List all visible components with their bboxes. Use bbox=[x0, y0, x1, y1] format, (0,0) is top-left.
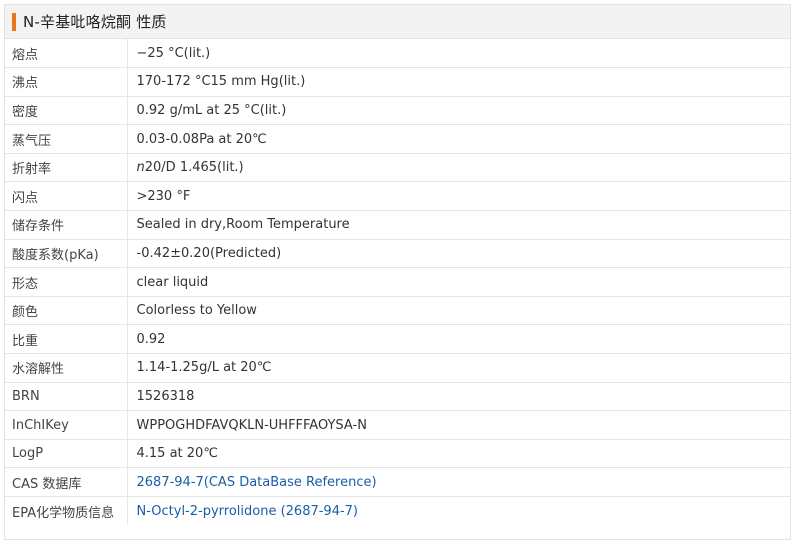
properties-panel: N-辛基吡咯烷酮 性质 熔点 −25 °C(lit.) 沸点 170-172 °… bbox=[4, 4, 791, 540]
table-row: 密度 0.92 g/mL at 25 °C(lit.) bbox=[5, 96, 790, 126]
property-value: N-Octyl-2-pyrrolidone (2687-94-7) bbox=[127, 497, 790, 526]
property-label: 水溶解性 bbox=[5, 353, 128, 383]
property-label: 密度 bbox=[5, 96, 128, 126]
table-row: EPA化学物质信息 N-Octyl-2-pyrrolidone (2687-94… bbox=[5, 496, 790, 526]
property-value: >230 °F bbox=[127, 181, 790, 212]
property-label: 储存条件 bbox=[5, 210, 128, 240]
property-label: 闪点 bbox=[5, 181, 128, 212]
property-label: CAS 数据库 bbox=[5, 467, 128, 497]
property-label: 熔点 bbox=[5, 39, 128, 69]
property-label: 酸度系数(pKa) bbox=[5, 239, 128, 269]
table-row: 酸度系数(pKa) -0.42±0.20(Predicted) bbox=[5, 239, 790, 269]
table-row: 储存条件 Sealed in dry,Room Temperature bbox=[5, 210, 790, 240]
property-value: WPPOGHDFAVQKLN-UHFFFAOYSA-N bbox=[127, 410, 790, 440]
property-value: 0.03-0.08Pa at 20℃ bbox=[127, 124, 790, 154]
property-label: 折射率 bbox=[5, 153, 128, 183]
property-value: -0.42±0.20(Predicted) bbox=[127, 239, 790, 269]
refractive-index-prefix: n bbox=[136, 160, 145, 176]
property-label: 颜色 bbox=[5, 296, 128, 326]
panel-title: N-辛基吡咯烷酮 性质 bbox=[23, 13, 167, 31]
property-value: Colorless to Yellow bbox=[127, 296, 790, 326]
property-label: BRN bbox=[5, 382, 128, 412]
property-value: Sealed in dry,Room Temperature bbox=[127, 210, 790, 240]
property-value: 1.14-1.25g/L at 20℃ bbox=[127, 353, 790, 383]
property-label: 蒸气压 bbox=[5, 124, 128, 154]
refractive-index-value: 20/D 1.465(lit.) bbox=[144, 160, 244, 176]
property-value: 2687-94-7(CAS DataBase Reference) bbox=[127, 467, 790, 497]
property-value: clear liquid bbox=[127, 267, 790, 297]
table-row: BRN 1526318 bbox=[5, 382, 790, 412]
table-row: 沸点 170-172 °C15 mm Hg(lit.) bbox=[5, 67, 790, 97]
table-row: 颜色 Colorless to Yellow bbox=[5, 296, 790, 326]
property-label: EPA化学物质信息 bbox=[5, 496, 128, 526]
table-row: 折射率 n20/D 1.465(lit.) bbox=[5, 153, 790, 183]
table-row: 闪点 >230 °F bbox=[5, 181, 790, 212]
property-label: LogP bbox=[5, 439, 128, 469]
header-accent-bar bbox=[12, 12, 16, 31]
property-label: 形态 bbox=[5, 267, 128, 297]
table-row: 熔点 −25 °C(lit.) bbox=[5, 39, 790, 69]
table-row: 形态 clear liquid bbox=[5, 267, 790, 297]
cas-database-link[interactable]: 2687-94-7(CAS DataBase Reference) bbox=[137, 475, 377, 490]
table-row: 水溶解性 1.14-1.25g/L at 20℃ bbox=[5, 353, 790, 383]
property-value: 0.92 bbox=[127, 324, 790, 355]
table-row: InChIKey WPPOGHDFAVQKLN-UHFFFAOYSA-N bbox=[5, 410, 790, 440]
property-value: 4.15 at 20℃ bbox=[127, 439, 790, 469]
property-value: 1526318 bbox=[127, 382, 790, 412]
panel-header: N-辛基吡咯烷酮 性质 bbox=[5, 5, 790, 39]
property-value: n20/D 1.465(lit.) bbox=[127, 153, 790, 183]
property-value: 170-172 °C15 mm Hg(lit.) bbox=[127, 67, 790, 97]
table-row: 比重 0.92 bbox=[5, 324, 790, 355]
epa-substance-link[interactable]: N-Octyl-2-pyrrolidone (2687-94-7) bbox=[137, 504, 359, 519]
properties-table: 熔点 −25 °C(lit.) 沸点 170-172 °C15 mm Hg(li… bbox=[5, 39, 790, 526]
property-label: InChIKey bbox=[5, 410, 128, 440]
table-row: 蒸气压 0.03-0.08Pa at 20℃ bbox=[5, 124, 790, 154]
property-value: −25 °C(lit.) bbox=[127, 39, 790, 69]
table-row: LogP 4.15 at 20℃ bbox=[5, 439, 790, 469]
table-row: CAS 数据库 2687-94-7(CAS DataBase Reference… bbox=[5, 467, 790, 497]
property-label: 沸点 bbox=[5, 67, 128, 97]
property-value: 0.92 g/mL at 25 °C(lit.) bbox=[127, 96, 790, 126]
property-label: 比重 bbox=[5, 324, 128, 355]
